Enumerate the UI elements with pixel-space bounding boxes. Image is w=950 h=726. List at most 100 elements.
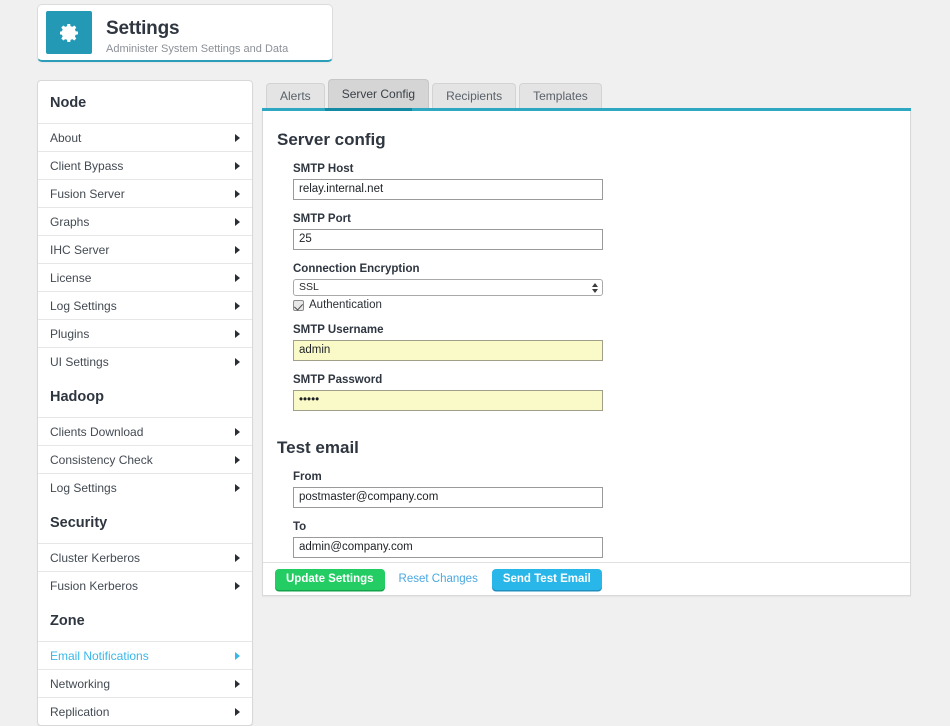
sidebar: Node About Client Bypass Fusion Server Graph… — [37, 80, 253, 726]
send-test-email-button[interactable]: Send Test Email — [491, 568, 602, 590]
smtp-username-label: SMTP Username — [293, 324, 384, 336]
page-header: Settings Administer System Settings and … — [37, 4, 333, 62]
sidebar-group-title: Hadoop — [50, 389, 104, 405]
chevron-right-icon — [235, 329, 240, 338]
sidebar-item-plugins[interactable]: Plugins — [38, 319, 252, 347]
credential-fields: SMTP Username admin SMTP Password ••••• — [263, 324, 910, 411]
sidebar-item-label: Replication — [50, 704, 110, 719]
chevron-right-icon — [235, 553, 240, 562]
smtp-password-label: SMTP Password — [293, 374, 383, 386]
test-email-heading: Test email — [277, 438, 359, 457]
chevron-right-icon — [235, 189, 240, 198]
sidebar-item-label: Fusion Kerberos — [50, 578, 139, 593]
sidebar-item-fusion-server[interactable]: Fusion Server — [38, 179, 252, 207]
sidebar-item-ui-settings[interactable]: UI Settings — [38, 347, 252, 375]
chevron-right-icon — [235, 483, 240, 492]
sidebar-item-label: Fusion Server — [50, 186, 125, 201]
sidebar-item-cluster-kerberos[interactable]: Cluster Kerberos — [38, 543, 252, 571]
sidebar-item-label: Email Notifications — [50, 648, 149, 663]
sidebar-item-networking[interactable]: Networking — [38, 669, 252, 697]
chevron-right-icon — [235, 217, 240, 226]
sidebar-item-consistency-check[interactable]: Consistency Check — [38, 445, 252, 473]
checkbox-checked-icon[interactable] — [293, 299, 304, 311]
chevron-right-icon — [235, 651, 240, 660]
sidebar-group-title: Node — [50, 95, 87, 111]
sidebar-item-label: UI Settings — [50, 354, 109, 369]
content-panel: Server config SMTP Host relay.internal.ne… — [262, 111, 911, 596]
to-field: To admin@company.com — [293, 521, 910, 558]
smtp-port-field: SMTP Port 25 — [293, 213, 910, 250]
sidebar-item-label: Plugins — [50, 326, 90, 341]
update-settings-button[interactable]: Update Settings — [275, 568, 385, 590]
gear-icon — [46, 11, 92, 54]
smtp-password-input[interactable]: ••••• — [293, 390, 603, 411]
chevron-right-icon — [235, 245, 240, 254]
smtp-host-input[interactable]: relay.internal.net — [293, 179, 603, 200]
sidebar-item-client-bypass[interactable]: Client Bypass — [38, 151, 252, 179]
sidebar-item-clients-download[interactable]: Clients Download — [38, 417, 252, 445]
authentication-checkbox-row[interactable]: Authentication — [293, 299, 910, 311]
smtp-host-label: SMTP Host — [293, 163, 354, 175]
from-input[interactable]: postmaster@company.com — [293, 487, 603, 508]
page-title: Settings — [106, 17, 180, 39]
chevron-right-icon — [235, 707, 240, 716]
smtp-port-label: SMTP Port — [293, 213, 351, 225]
connection-encryption-label: Connection Encryption — [293, 263, 420, 275]
chevron-right-icon — [235, 427, 240, 436]
to-input[interactable]: admin@company.com — [293, 537, 603, 558]
smtp-username-field: SMTP Username admin — [293, 324, 910, 361]
sidebar-item-email-notifications[interactable]: Email Notifications — [38, 641, 252, 669]
authentication-label: Authentication — [309, 299, 382, 311]
chevron-right-icon — [235, 357, 240, 366]
sidebar-item-label: Log Settings — [50, 480, 117, 495]
sidebar-item-label: Clients Download — [50, 424, 144, 439]
chevron-right-icon — [235, 133, 240, 142]
connection-encryption-select[interactable]: SSL — [293, 279, 603, 296]
sidebar-item-label: Graphs — [50, 214, 90, 229]
tab-bar: Alerts Server Config Recipients Templates — [266, 79, 911, 108]
chevron-right-icon — [235, 455, 240, 464]
from-field: From postmaster@company.com — [293, 471, 910, 508]
sidebar-item-log-settings[interactable]: Log Settings — [38, 473, 252, 501]
page-subtitle: Administer System Settings and Data — [106, 42, 289, 55]
sidebar-item-label: Client Bypass — [50, 158, 124, 173]
sidebar-item-label: License — [50, 270, 92, 285]
chevron-right-icon — [235, 301, 240, 310]
sidebar-item-ihc-server[interactable]: IHC Server — [38, 235, 252, 263]
tab-templates[interactable]: Templates — [519, 83, 602, 108]
smtp-username-input[interactable]: admin — [293, 340, 603, 361]
action-bar: Update Settings Reset Changes Send Test … — [263, 562, 910, 595]
sidebar-group-title: Zone — [50, 613, 85, 629]
server-config-heading: Server config — [277, 130, 386, 149]
chevron-right-icon — [235, 581, 240, 590]
server-config-fields: SMTP Host relay.internal.net SMTP Port 25 — [263, 163, 910, 250]
connection-encryption-select-wrap: SSL — [293, 279, 603, 296]
reset-changes-link[interactable]: Reset Changes — [399, 573, 478, 585]
chevron-right-icon — [235, 161, 240, 170]
sidebar-group-title: Security — [50, 515, 108, 531]
sidebar-item-license[interactable]: License — [38, 263, 252, 291]
sidebar-item-label: Log Settings — [50, 298, 117, 313]
smtp-port-input[interactable]: 25 — [293, 229, 603, 250]
chevron-right-icon — [235, 679, 240, 688]
sidebar-item-about[interactable]: About — [38, 123, 252, 151]
sidebar-item-graphs[interactable]: Graphs — [38, 207, 252, 235]
sidebar-item-label: Cluster Kerberos — [50, 550, 141, 565]
sidebar-item-log-settings[interactable]: Log Settings — [38, 291, 252, 319]
sidebar-item-label: About — [50, 130, 82, 145]
test-email-fields: From postmaster@company.com To admin@compan… — [263, 471, 910, 558]
header-text-block: Settings Administer System Settings and … — [92, 5, 288, 60]
sidebar-item-fusion-kerberos[interactable]: Fusion Kerberos — [38, 571, 252, 599]
smtp-password-field: SMTP Password ••••• — [293, 374, 910, 411]
to-label: To — [293, 521, 307, 533]
connection-encryption-field: Connection Encryption SSL — [293, 263, 910, 296]
tab-recipients[interactable]: Recipients — [432, 83, 517, 108]
sidebar-item-label: Consistency Check — [50, 452, 153, 467]
chevron-right-icon — [235, 273, 240, 282]
tab-alerts[interactable]: Alerts — [266, 83, 325, 108]
tab-server-config[interactable]: Server Config — [327, 79, 430, 108]
smtp-host-field: SMTP Host relay.internal.net — [293, 163, 910, 200]
from-label: From — [293, 471, 322, 483]
sidebar-item-label: IHC Server — [50, 242, 110, 257]
sidebar-item-replication[interactable]: Replication — [38, 697, 252, 725]
